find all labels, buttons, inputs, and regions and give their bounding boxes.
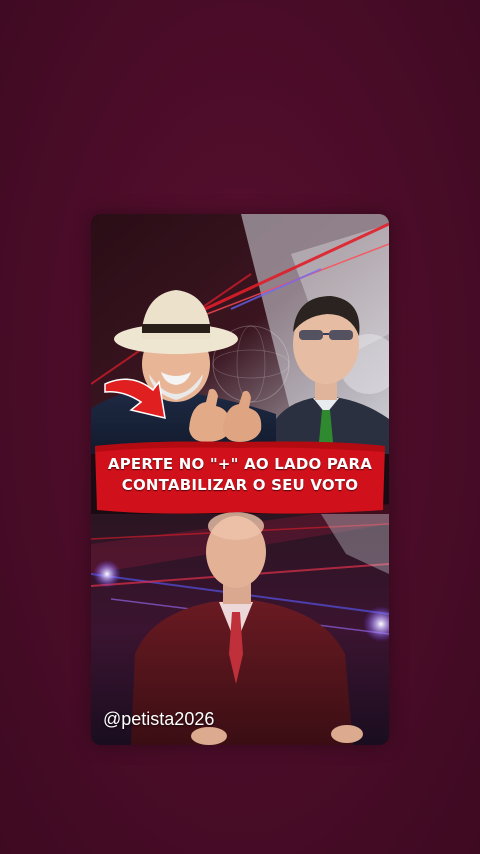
vote-instruction-banner: APERTE NO "+" AO LADO PARA CONTABILIZAR …: [91, 454, 389, 496]
banner-line-1: APERTE NO "+" AO LADO PARA: [107, 455, 373, 473]
post-image-card[interactable]: APERTE NO "+" AO LADO PARA CONTABILIZAR …: [91, 214, 389, 745]
banner-line-2: CONTABILIZAR O SEU VOTO: [121, 476, 359, 494]
account-handle-watermark: @petista2026: [103, 709, 215, 729]
